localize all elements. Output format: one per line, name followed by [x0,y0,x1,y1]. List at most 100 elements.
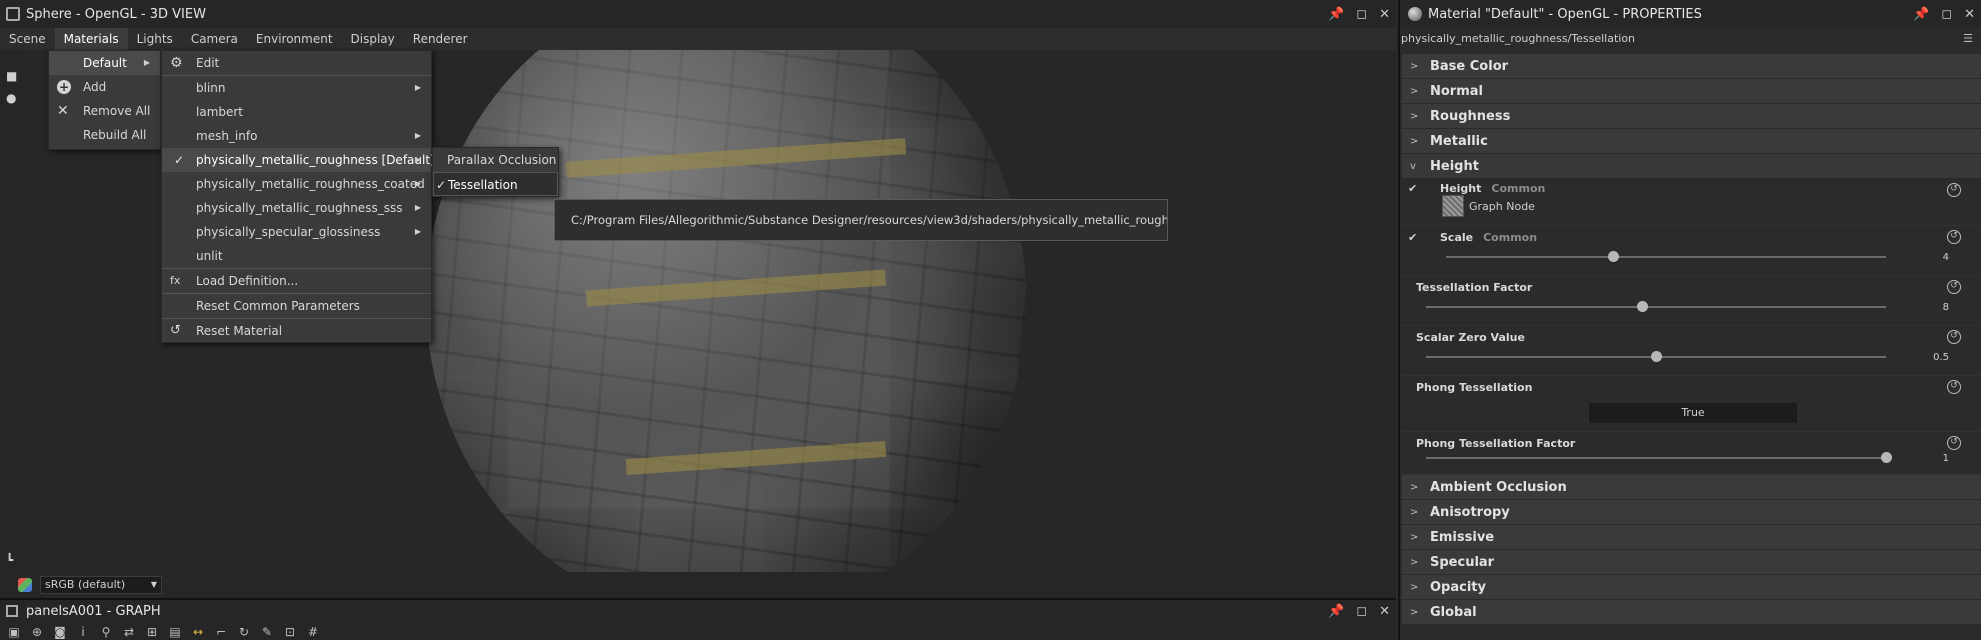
checkmark-icon[interactable]: ✔ [1408,182,1417,195]
menu-renderer[interactable]: Renderer [404,28,477,50]
graph-toolbar: ▣ ⊕ ◙ i ⚲ ⇄ ⊞ ▤ ↔ ⌐ ↻ ✎ ⊡ # [0,622,1396,640]
screenshot-icon[interactable]: ◙ [52,625,68,639]
menu-item-reset-common[interactable]: Reset Common Parameters [162,294,431,318]
colorspace-select[interactable]: sRGB (default) ▼ [40,576,162,594]
menu-item-load-definition[interactable]: fx Load Definition... [162,269,431,293]
reset-icon[interactable]: ↺ [1947,183,1961,197]
close-icon[interactable]: ✕ [1964,7,1975,22]
menu-item-edit[interactable]: ⚙ Edit [162,51,431,75]
menu-item-shader-pmr-sss[interactable]: physically_metallic_roughness_sss ▶ [162,196,431,220]
section-global[interactable]: > Global [1402,600,1981,625]
menu-item-shader-pmr-coated[interactable]: physically_metallic_roughness_coated ▶ [162,172,431,196]
param-scalar-zero: Scalar Zero Value ↺ 0.5 [1402,326,1981,376]
reset-icon[interactable]: ↺ [1947,230,1961,244]
pin-icon[interactable]: 📌 [1328,7,1344,22]
menu-environment[interactable]: Environment [247,28,342,50]
menu-icon[interactable]: ☰ [1963,28,1973,50]
close-icon[interactable]: ✕ [1379,7,1390,22]
slider-handle[interactable] [1637,301,1649,312]
menu-lights[interactable]: Lights [128,28,182,50]
section-normal[interactable]: > Normal [1402,79,1981,104]
reset-icon[interactable]: ↺ [1947,280,1961,294]
frame-node-icon[interactable]: ▤ [167,625,183,639]
link-icon[interactable]: ⇄ [121,625,137,639]
maximize-icon[interactable]: ◻ [1356,7,1367,22]
3d-view-statusbar: sRGB (default) ▼ [0,572,1396,598]
camera-icon[interactable]: ■ [6,70,20,82]
reset-icon[interactable]: ↺ [1947,380,1961,394]
menu-item-shader-pmr[interactable]: ✓ physically_metallic_roughness [Default]… [162,148,435,172]
grid-icon[interactable]: # [305,625,321,639]
menu-item-default[interactable]: Default ▶ [49,51,160,75]
chevron-right-icon: > [1410,556,1419,568]
frame-icon[interactable]: ▣ [6,625,22,639]
properties-titlebar: Material "Default" - OpenGL - PROPERTIES… [1400,0,1981,28]
menu-materials[interactable]: Materials [54,28,128,50]
scale-slider[interactable] [1446,251,1886,262]
chevron-right-icon: > [1410,481,1419,493]
tessellation-factor-slider[interactable] [1426,301,1886,312]
section-ambient-occlusion[interactable]: > Ambient Occlusion [1402,475,1981,500]
menu-camera[interactable]: Camera [182,28,247,50]
properties-path-text: physically_metallic_roughness/Tessellati… [1401,32,1636,45]
section-height[interactable]: v Height [1402,154,1981,179]
chevron-down-icon: v [1410,160,1416,172]
menu-item-shader-lambert[interactable]: lambert [162,100,431,124]
reset-icon[interactable]: ↺ [1947,436,1961,450]
align-icon[interactable]: ⊞ [144,625,160,639]
light-icon[interactable]: ● [6,92,20,104]
layers-icon[interactable] [18,578,32,592]
phong-toggle-button[interactable]: True [1589,403,1797,423]
phong-factor-value: 1 [1942,453,1949,464]
section-opacity[interactable]: > Opacity [1402,575,1981,600]
3d-view-titlebar: Sphere - OpenGL - 3D VIEW 📌 ◻ ✕ [0,0,1396,28]
section-base-color[interactable]: > Base Color [1402,54,1981,79]
slider-handle[interactable] [1881,452,1892,463]
chevron-right-icon: ▶ [414,155,421,164]
graph-node-label: Graph Node [1469,200,1535,213]
menu-display[interactable]: Display [342,28,404,50]
checkmark-icon[interactable]: ✔ [1408,231,1417,244]
graph-node-thumbnail[interactable] [1442,195,1464,217]
param-height: ✔ Height Common ↺ Graph Node [1402,179,1981,226]
hierarchy-icon[interactable]: ┗ [6,554,20,566]
menu-item-remove-all[interactable]: ✕ Remove All [49,99,160,123]
maximize-icon[interactable]: ◻ [1356,604,1367,619]
pin-icon[interactable]: 📌 [1913,7,1929,22]
menu-item-parallax-occlusion[interactable]: Parallax Occlusion [433,148,558,172]
menu-item-shader-mesh-info[interactable]: mesh_info ▶ [162,124,431,148]
chevron-right-icon: > [1410,606,1419,618]
menu-item-reset-material[interactable]: ↺ Reset Material [162,319,431,343]
menu-item-shader-blinn[interactable]: blinn ▶ [162,76,431,100]
close-icon[interactable]: ✕ [1379,604,1390,619]
refresh-icon[interactable]: ↻ [236,625,252,639]
phong-factor-slider[interactable] [1426,452,1892,463]
section-roughness[interactable]: > Roughness [1402,104,1981,129]
wrench-icon[interactable]: ✎ [259,625,275,639]
menu-item-shader-unlit[interactable]: unlit [162,244,431,268]
section-emissive[interactable]: > Emissive [1402,525,1981,550]
slider-handle[interactable] [1608,251,1620,262]
search-icon[interactable]: ⚲ [98,625,114,639]
menu-item-tessellation[interactable]: ✓ Tessellation [433,172,558,196]
reset-icon[interactable]: ↺ [1947,330,1961,344]
menu-item-add[interactable]: + Add [49,75,160,99]
connect-icon[interactable]: ⌐ [213,625,229,639]
menu-item-rebuild-all[interactable]: Rebuild All [49,123,160,147]
menu-item-shader-psg[interactable]: physically_specular_glossiness ▶ [162,220,431,244]
info-icon[interactable]: i [75,625,91,639]
chevron-right-icon: ▶ [414,179,421,188]
pin-icon[interactable]: 📌 [1328,604,1344,619]
export-icon[interactable]: ⊡ [282,625,298,639]
maximize-icon[interactable]: ◻ [1941,7,1952,22]
section-anisotropy[interactable]: > Anisotropy [1402,500,1981,525]
section-specular[interactable]: > Specular [1402,550,1981,575]
menu-scene[interactable]: Scene [0,28,55,50]
fit-icon[interactable]: ⊕ [29,625,45,639]
scalar-zero-slider[interactable] [1426,351,1886,362]
section-metallic[interactable]: > Metallic [1402,129,1981,154]
3d-view-menubar: Scene Materials Lights Camera Environmen… [0,28,1396,50]
3d-view-side-toolbar: ■ ● ┗ [0,50,26,572]
link-style-icon[interactable]: ↔ [190,625,206,639]
slider-handle[interactable] [1651,351,1662,362]
